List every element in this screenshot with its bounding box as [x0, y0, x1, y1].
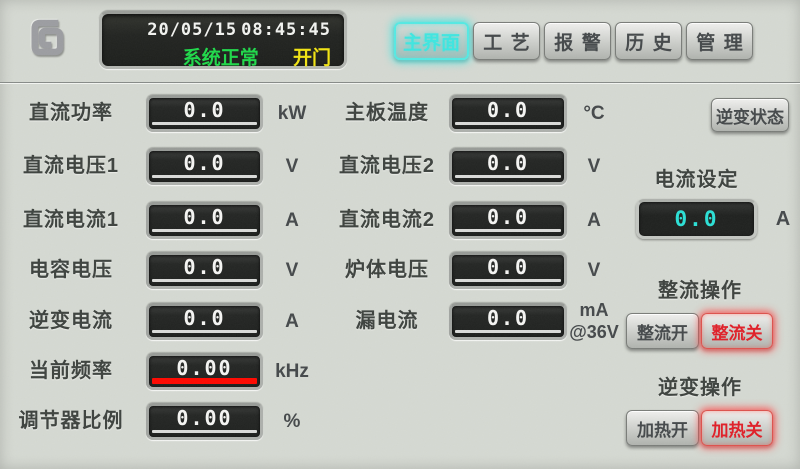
inverter-status-button[interactable]: 逆变状态 [711, 98, 789, 132]
tab-process[interactable]: 工艺 [473, 22, 540, 60]
gauge-underline [455, 330, 561, 333]
gauge-label: 调节器比例 [4, 403, 138, 440]
status-display: 20/05/1508:45:45 系统正常 开门 [99, 11, 347, 69]
gauge-display: 0.00 [146, 353, 263, 390]
gauge-label: 直流电压2 [322, 148, 452, 185]
gauge-unit-line1: mA [569, 300, 619, 322]
gauge-display: 0.0 [449, 202, 567, 239]
gauge-label: 炉体电压 [322, 252, 452, 289]
current-setting-input[interactable]: 0.0 [636, 199, 757, 239]
gauge-display: 0.0 [449, 148, 567, 185]
gauge-label: 直流电流2 [322, 202, 452, 239]
gauge-unit-line2: @36V [569, 322, 619, 344]
datetime-display: 20/05/1508:45:45 [112, 20, 331, 40]
gauge-underline [455, 122, 561, 125]
gauge-unit: % [268, 403, 316, 440]
heating-off-button[interactable]: 加热关 [701, 410, 773, 446]
tab-history[interactable]: 历史 [615, 22, 682, 60]
gauge-label: 主板温度 [322, 95, 452, 132]
rectifier-operation-label: 整流操作 [627, 274, 773, 303]
current-setting-value: 0.0 [675, 207, 719, 231]
date-text: 20/05/15 [147, 20, 237, 40]
header-divider [0, 82, 800, 84]
gauge-underline [455, 279, 561, 282]
heating-on-button[interactable]: 加热开 [626, 410, 699, 446]
gauge-underline-red [152, 378, 257, 384]
time-text: 08:45:45 [241, 20, 331, 40]
rectifier-off-button[interactable]: 整流关 [701, 313, 773, 349]
tab-main-screen[interactable]: 主界面 [394, 22, 469, 60]
nav-bar: 主界面 工艺 报警 历史 管理 [394, 22, 753, 60]
gauge-display: 0.0 [449, 303, 567, 340]
rectifier-on-button[interactable]: 整流开 [626, 313, 699, 349]
gauge-underline [455, 175, 561, 178]
gauge-unit: °C [569, 95, 619, 132]
gauge-label: 漏电流 [322, 303, 452, 340]
gauge-display: 0.0 [449, 252, 567, 289]
tab-alarm[interactable]: 报警 [544, 22, 611, 60]
tab-admin[interactable]: 管理 [686, 22, 753, 60]
inverter-operation-label: 逆变操作 [627, 371, 773, 400]
door-status-text: 开门 [293, 48, 331, 69]
gauge-unit: V [569, 148, 619, 185]
gauge-underline [455, 229, 561, 232]
gauge-row-mainboard-temp: 主板温度 0.0 °C [0, 95, 800, 132]
hmi-main-screen: 20/05/1508:45:45 系统正常 开门 主界面 工艺 报警 历史 管理… [0, 0, 800, 469]
gauge-unit: A [569, 202, 619, 239]
gauge-display: 0.00 [146, 403, 263, 440]
gauge-unit: kHz [268, 353, 316, 390]
current-setting-unit: A [765, 199, 800, 239]
system-status-text: 系统正常 [183, 48, 259, 69]
gauge-unit: mA @36V [569, 300, 619, 343]
brand-logo-icon [26, 12, 68, 62]
current-setting-label: 电流设定 [636, 163, 757, 192]
gauge-unit: V [569, 252, 619, 289]
gauge-underline [152, 430, 257, 433]
gauge-display: 0.0 [449, 95, 567, 132]
gauge-label: 当前频率 [4, 353, 138, 390]
